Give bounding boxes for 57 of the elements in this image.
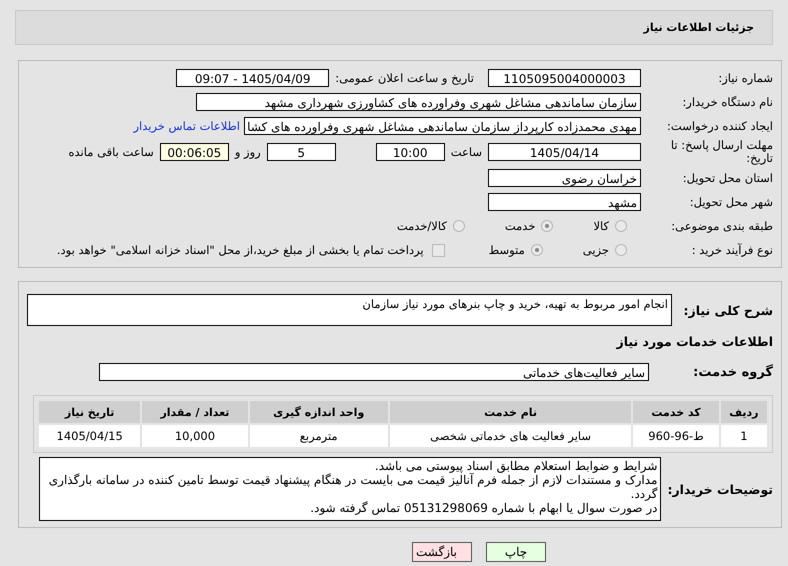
input-field[interactable]: 10:00 [376, 143, 445, 161]
table-cell: مترمربع [250, 425, 388, 447]
field-label: تاریخ و ساعت اعلان عمومی: [335, 71, 474, 85]
page-title: جزئیات اطلاعات نیاز [644, 21, 754, 34]
field-label: ساعت [450, 145, 482, 159]
radio-button[interactable] [615, 244, 627, 256]
radio-button[interactable] [452, 220, 465, 232]
column-header: تاریخ نیاز [39, 401, 140, 423]
option-label: کالا [593, 219, 609, 233]
table-cell: سایر فعالیت های خدماتی شخصی [390, 425, 632, 447]
radio-button[interactable] [530, 244, 543, 256]
field-label: روز و [234, 145, 261, 159]
option-label: خدمت [504, 219, 536, 233]
input-field[interactable]: 1405/04/14 [488, 143, 641, 161]
column-header: واحد اندازه گیری [250, 401, 388, 423]
input-field[interactable]: 1105095004000003 [488, 69, 641, 87]
contact-link[interactable]: اطلاعات تماس خریدار [133, 119, 240, 133]
option-label: متوسط [488, 243, 525, 257]
input-field[interactable]: 00:06:05 [160, 143, 229, 161]
description-box[interactable]: انجام امور مربوط به تهیه، خرید و چاپ بنرهای مورد نیاز سازمان [27, 294, 672, 326]
option-label: جزیی [582, 243, 609, 257]
notes-box[interactable]: شرایط و ضوابط استعلام مطابق اسناد پیوستی می باشد. مدارک و مستندات لازم از جمله فرم آنالیز قیمت می بایست در هنگام پیشنهاد قیمت توسط تامین کننده در سامانه بارگذاری گردد. در صورت سوال یا ابهام با شماره 05131298069 تماس گرفته شود. [39, 457, 662, 521]
field-label: مهلت ارسال پاسخ: تا تاریخ: [670, 139, 774, 165]
column-header: کد خدمت [633, 401, 719, 423]
input-field[interactable]: سایر فعالیت‌های خدماتی [99, 363, 649, 381]
field-label: شرح کلی نیاز: [682, 302, 774, 318]
column-header: نام خدمت [390, 401, 632, 423]
field-label: توضیحات خریدار: [667, 482, 774, 496]
table-cell: 10,000 [142, 425, 248, 447]
checkbox[interactable] [432, 244, 445, 256]
field-label: نوع فرآیند خرید : [690, 244, 774, 256]
field-label: شهر محل تحویل: [688, 196, 774, 208]
input-field[interactable]: مشهد [488, 193, 641, 211]
print-button[interactable]: چاپ [486, 542, 546, 562]
field-label: ایجاد کننده درخواست: [666, 120, 774, 132]
field-label: استان محل تحویل: [682, 172, 774, 184]
field-label: طبقه بندی موضوعی: [670, 220, 774, 232]
column-header: تعداد / مقدار [142, 401, 248, 423]
field-label: شماره نیاز: [717, 72, 774, 84]
radio-button[interactable] [541, 220, 554, 232]
field-label: پرداخت تمام یا بخشی از مبلغ خرید،از محل "اسناد خزانه اسلامی" خواهد بود. [56, 243, 424, 257]
input-field[interactable]: خراسان رضوی [488, 169, 641, 187]
input-field[interactable]: سازمان ساماندهی مشاغل شهری وفراورده های کشاورزی شهرداری مشهد [196, 93, 641, 111]
section-heading: اطلاعات خدمات مورد نیاز [616, 334, 774, 349]
input-field[interactable]: 1405/04/09 - 09:07 [176, 69, 330, 87]
field-label: نام دستگاه خریدار: [681, 96, 774, 108]
input-field[interactable]: مهدی محمدزاده کارپرداز سازمان ساماندهی مشاغل شهری وفراورده های کشا [244, 117, 641, 135]
table-cell: 1 [720, 425, 767, 447]
back-button[interactable]: بازگشت [412, 542, 472, 562]
radio-button[interactable] [615, 220, 627, 232]
table-cell: ط-96-960 [633, 425, 719, 447]
field-label: گروه خدمت: [692, 364, 774, 380]
option-label: کالا/خدمت [396, 219, 447, 233]
column-header: ردیف [720, 401, 767, 423]
field-label: ساعت باقی مانده [68, 145, 154, 159]
table-cell: 1405/04/15 [39, 425, 140, 447]
input-field[interactable]: 5 [266, 143, 336, 161]
